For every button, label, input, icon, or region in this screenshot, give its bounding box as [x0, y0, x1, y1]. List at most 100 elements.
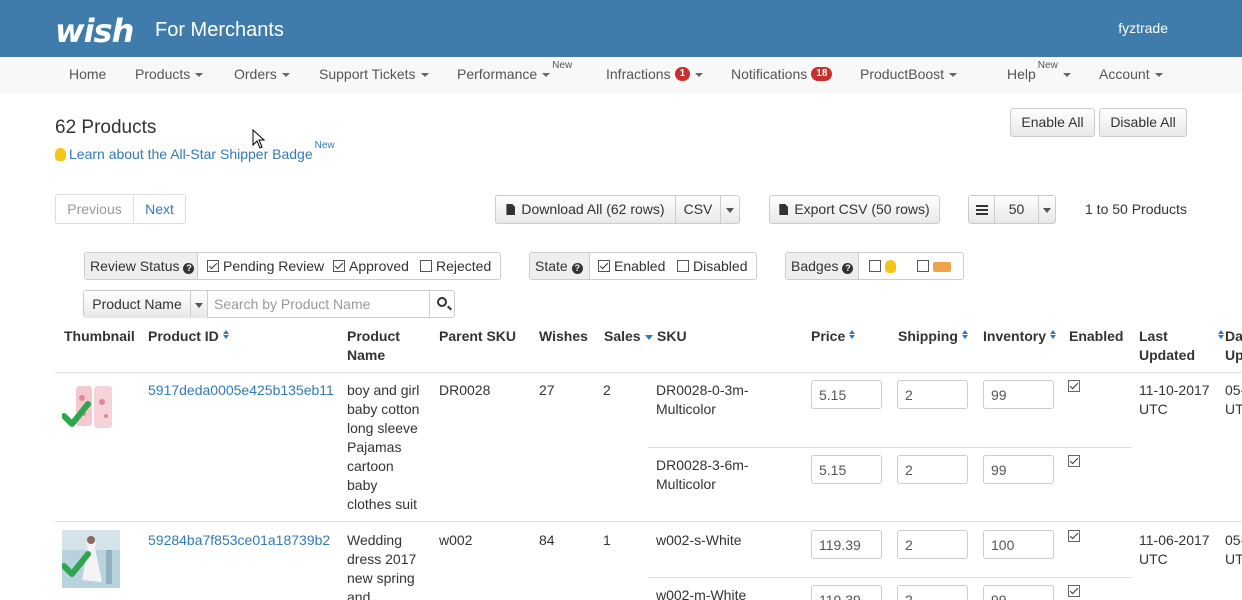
col-thumbnail: Thumbnail [64, 328, 135, 344]
help-icon[interactable]: ? [183, 263, 195, 274]
shipping-input[interactable] [897, 380, 968, 409]
checkbox-checked-icon [598, 260, 610, 272]
fast-shipping-badge-checkbox[interactable] [917, 253, 951, 279]
page-size-select[interactable]: 50 [995, 196, 1038, 223]
checkbox-icon [420, 260, 432, 272]
product-id-link[interactable]: 5917deda0005e425b135eb11 [148, 381, 334, 400]
search-input[interactable] [207, 291, 429, 317]
col-last-updated[interactable]: Last Updated [1139, 327, 1195, 365]
col-product-id-label: Product ID [148, 328, 219, 344]
review-status-label: Review Status? [85, 253, 198, 279]
nav-support-tickets[interactable]: Support Tickets [319, 66, 429, 82]
product-thumbnail[interactable] [61, 380, 120, 438]
previous-page-button[interactable]: Previous [55, 194, 134, 224]
enabled-checkbox[interactable] [1068, 585, 1080, 597]
last-updated-tz: UTC [1139, 401, 1168, 417]
shipping-input[interactable] [897, 455, 968, 484]
nav-help[interactable]: HelpNew [1007, 60, 1071, 82]
inventory-input[interactable] [983, 530, 1054, 559]
price-input[interactable] [811, 380, 882, 409]
col-last-updated-line1: Last [1139, 328, 1168, 344]
main-nav: Home Products Orders Support Tickets Per… [0, 57, 1242, 93]
inventory-input[interactable] [983, 380, 1054, 409]
shipping-input[interactable] [897, 530, 968, 559]
user-name[interactable]: fyztrade [1118, 20, 1168, 36]
state-label: State? [530, 253, 590, 279]
nav-productboost[interactable]: ProductBoost [860, 66, 958, 82]
nav-help-label: Help [1007, 66, 1036, 82]
product-name: boy and girl baby cotton long sleeve Paj… [347, 381, 432, 514]
variant-sku-line: DR0028-0-3m- [656, 382, 749, 398]
approved-checkbox[interactable]: Approved [333, 253, 409, 279]
nav-home[interactable]: Home [69, 66, 106, 82]
sort-desc-icon [644, 334, 653, 340]
brand-title: For Merchants [155, 19, 284, 41]
shipping-input[interactable] [897, 585, 968, 600]
nav-notifications[interactable]: Notifications 18 [731, 66, 833, 82]
last-updated: 11-10-2017 UTC [1139, 381, 1210, 419]
col-sales[interactable]: Sales [604, 327, 653, 346]
col-last-updated-line2: Updated [1139, 347, 1195, 363]
nav-products-label: Products [135, 66, 191, 82]
nav-orders-label: Orders [234, 66, 277, 82]
rejected-label: Rejected [436, 258, 492, 274]
nav-account[interactable]: Account [1099, 66, 1163, 82]
pending-review-label: Pending Review [223, 258, 325, 274]
export-csv-label: Export CSV (50 rows) [794, 201, 930, 217]
search-button[interactable] [429, 291, 455, 317]
price-input[interactable] [811, 585, 882, 600]
col-shipping[interactable]: Shipping [898, 327, 968, 346]
nav-performance-label: Performance [457, 66, 538, 82]
pending-review-checkbox[interactable]: Pending Review [207, 253, 324, 279]
caret-down-icon [1062, 73, 1071, 78]
enabled-checkbox[interactable] [1068, 530, 1080, 542]
search-field-dropdown-toggle[interactable] [190, 291, 207, 318]
enabled-checkbox[interactable] [1068, 455, 1080, 467]
allstar-badge-checkbox[interactable] [869, 253, 899, 279]
wish-logo[interactable]: wish [55, 12, 134, 50]
disable-all-button[interactable]: Disable All [1099, 108, 1187, 137]
product-search: Product Name [83, 290, 455, 318]
col-date-uploaded-line2: Up [1225, 347, 1242, 363]
download-all-button[interactable]: Download All (62 rows) [496, 196, 675, 223]
disabled-checkbox[interactable]: Disabled [677, 253, 747, 279]
mouse-cursor-icon [252, 129, 266, 149]
badges-filter: Badges? [785, 252, 964, 280]
product-name-line: boy and girl [347, 382, 420, 398]
download-format-select[interactable]: CSV [676, 196, 720, 223]
nav-orders[interactable]: Orders [234, 66, 290, 82]
product-name-line: and [347, 589, 371, 600]
product-name-line: baby [347, 477, 378, 493]
price-input[interactable] [811, 455, 882, 484]
rejected-checkbox[interactable]: Rejected [420, 253, 491, 279]
notifications-count-badge: 18 [811, 67, 833, 81]
inventory-input[interactable] [983, 455, 1054, 484]
col-date-uploaded: Da Up [1225, 327, 1242, 365]
export-csv-button[interactable]: Export CSV (50 rows) [769, 195, 940, 224]
format-dropdown-toggle[interactable] [721, 196, 739, 223]
search-field-select[interactable]: Product Name [84, 291, 190, 318]
enable-all-button[interactable]: Enable All [1010, 108, 1095, 137]
col-price[interactable]: Price [811, 327, 856, 346]
inventory-input[interactable] [983, 585, 1054, 600]
page-size-dropdown-toggle[interactable] [1039, 196, 1055, 223]
nav-products[interactable]: Products [135, 66, 204, 82]
next-page-button[interactable]: Next [133, 194, 186, 224]
date-uploaded-tz: UT [1225, 401, 1242, 417]
col-last-updated-sort[interactable] [1214, 327, 1224, 346]
enabled-checkbox[interactable]: Enabled [598, 253, 665, 279]
product-thumbnail[interactable] [61, 530, 120, 588]
allstar-badge-link[interactable]: Learn about the All-Star Shipper BadgeNe… [55, 140, 335, 162]
product-id-link[interactable]: 59284ba7f853ce01a18739b2 [148, 531, 330, 550]
price-input[interactable] [811, 530, 882, 559]
help-icon[interactable]: ? [842, 263, 854, 274]
nav-performance[interactable]: Performance New [457, 60, 572, 82]
col-product-id[interactable]: Product ID [148, 327, 229, 346]
variant-sku: w002-m-White [656, 587, 747, 600]
nav-infractions[interactable]: Infractions 1 [606, 66, 704, 82]
col-inventory[interactable]: Inventory [983, 327, 1057, 346]
list-view-button[interactable] [969, 196, 994, 223]
help-icon[interactable]: ? [571, 263, 583, 274]
enabled-checkbox[interactable] [1068, 380, 1080, 392]
page-size-group: 50 [968, 195, 1056, 224]
